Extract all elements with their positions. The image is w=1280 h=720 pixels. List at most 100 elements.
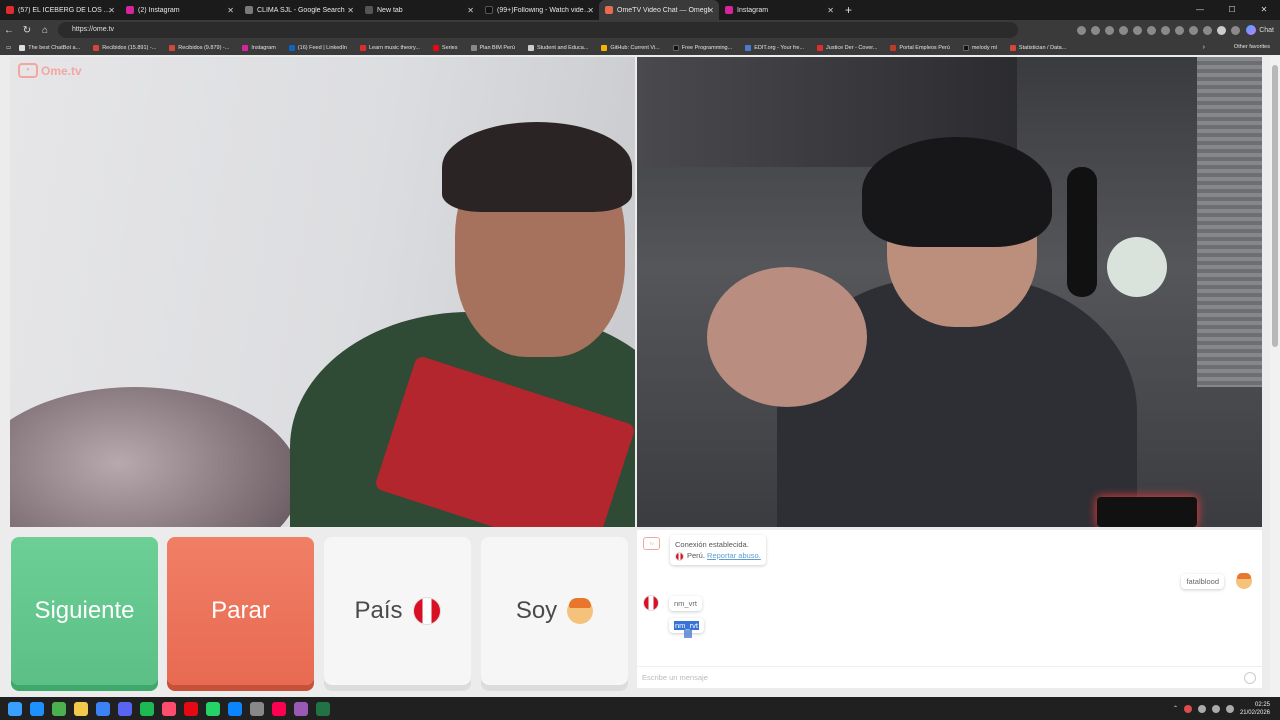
- chrome-icon[interactable]: [250, 701, 264, 716]
- gmail-icon: [169, 44, 176, 51]
- favorite-star-icon[interactable]: [1105, 25, 1114, 35]
- page-icon: [365, 6, 373, 14]
- youtube-icon: [6, 6, 14, 14]
- discord-icon[interactable]: [118, 701, 132, 716]
- bookmark-item[interactable]: Statistician / Data...: [1009, 44, 1066, 51]
- close-icon[interactable]: ✕: [227, 6, 234, 15]
- tab-new-tab[interactable]: New tab ✕: [359, 0, 479, 20]
- close-window-icon[interactable]: ✕: [1248, 0, 1280, 20]
- folder-icon[interactable]: ▭: [6, 45, 11, 51]
- copilot-icon: [1246, 25, 1257, 35]
- whatsapp-icon[interactable]: [206, 701, 220, 716]
- netflix-icon[interactable]: [184, 701, 198, 716]
- profile-icon[interactable]: [1217, 25, 1226, 35]
- edge-icon[interactable]: [228, 701, 242, 716]
- extension-icon[interactable]: [1133, 25, 1142, 35]
- close-icon[interactable]: ✕: [108, 6, 115, 15]
- extensions-icon[interactable]: [1161, 25, 1170, 35]
- message-input[interactable]: Escribe un mensaje: [637, 666, 1262, 688]
- start-icon[interactable]: [8, 701, 22, 716]
- zoom-icon[interactable]: [1091, 25, 1100, 35]
- report-abuse-link[interactable]: Reportar abuso.: [707, 551, 761, 560]
- bookmark-item[interactable]: Series: [432, 44, 458, 51]
- tab-google-search[interactable]: CLIMA SJL - Google Search ✕: [239, 0, 359, 20]
- history-icon[interactable]: [1189, 25, 1198, 35]
- bookmark-item[interactable]: Recibidos (15.891) -...: [93, 44, 156, 51]
- next-button[interactable]: Siguiente: [11, 537, 158, 685]
- scrollbar-thumb[interactable]: [1272, 65, 1278, 347]
- read-aloud-icon[interactable]: [1119, 25, 1128, 35]
- tiktok-icon: [485, 6, 493, 14]
- close-icon[interactable]: ✕: [347, 6, 354, 15]
- bookmark-item[interactable]: (16) Feed | LinkedIn: [288, 44, 347, 51]
- stop-button[interactable]: Parar: [167, 537, 314, 685]
- gmail-icon: [93, 44, 100, 51]
- tv-icon: ♥: [18, 63, 38, 78]
- chat-panel: TV Conexión establecida. Perú. Reportar …: [637, 530, 1262, 688]
- bookmark-item[interactable]: Justice Der - Cover...: [817, 44, 877, 51]
- scrollbar[interactable]: [1270, 55, 1280, 697]
- favorites-icon[interactable]: [1175, 25, 1184, 35]
- bookmarks-bar: ▭ The best ChatBot a... Recibidos (15.89…: [0, 40, 1280, 55]
- steam-icon[interactable]: [96, 701, 110, 716]
- maximize-icon[interactable]: ☐: [1216, 0, 1248, 20]
- ometv-logo: ♥ Ome.tv: [18, 63, 82, 78]
- bookmark-item[interactable]: GitHub: Current Vi...: [601, 44, 660, 51]
- tiktok-icon[interactable]: [272, 701, 286, 716]
- url-input[interactable]: https://ome.tv: [58, 22, 1018, 38]
- music-icon[interactable]: [162, 701, 176, 716]
- bookmark-item[interactable]: Free Programming...: [672, 44, 732, 51]
- bookmark-icon: [672, 44, 679, 51]
- home-icon[interactable]: ⌂: [36, 25, 54, 36]
- bookmark-icon: [1009, 44, 1016, 51]
- volume-icon[interactable]: [1225, 704, 1234, 713]
- extension-icon[interactable]: [1147, 25, 1156, 35]
- bookmark-item[interactable]: melody ml: [962, 44, 997, 51]
- close-icon[interactable]: ✕: [587, 6, 594, 15]
- other-favorites-folder[interactable]: Other favorites: [1234, 40, 1270, 55]
- microphone: [1067, 167, 1097, 297]
- network-icon[interactable]: [1211, 704, 1220, 713]
- bookmark-item[interactable]: Portal Empleos Perú: [890, 44, 950, 51]
- close-icon[interactable]: ✕: [467, 6, 474, 15]
- bookmark-item[interactable]: The best ChatBot a...: [19, 44, 80, 51]
- more-menu-icon[interactable]: [1231, 25, 1240, 35]
- back-icon[interactable]: ←: [0, 25, 18, 36]
- bookmark-item[interactable]: Student and Educa...: [527, 44, 588, 51]
- download-icon[interactable]: [1203, 25, 1212, 35]
- gender-button[interactable]: Soy: [481, 537, 628, 685]
- bookmark-icon: [432, 44, 439, 51]
- emoji-icon[interactable]: [1244, 672, 1256, 684]
- chevron-up-icon[interactable]: ⌃: [1173, 705, 1178, 712]
- refresh-icon[interactable]: ↻: [18, 25, 36, 36]
- app-icon[interactable]: [294, 701, 308, 716]
- tab-instagram-2[interactable]: (2) Instagram ✕: [120, 0, 239, 20]
- clock[interactable]: 02:25 21/02/2026: [1240, 701, 1270, 717]
- tab-tiktok[interactable]: (99+)Following - Watch videos fr ✕: [479, 0, 599, 20]
- chevron-right-icon[interactable]: ›: [1203, 40, 1205, 55]
- tab-instagram[interactable]: Instagram ✕: [719, 0, 839, 20]
- new-tab-button[interactable]: +: [845, 3, 852, 17]
- bookmark-item[interactable]: Plan BIM Perú: [470, 44, 515, 51]
- extension-icon[interactable]: [1077, 25, 1086, 35]
- bookmark-item[interactable]: EDIT.org - Your fre...: [745, 44, 804, 51]
- close-icon[interactable]: ✕: [707, 6, 714, 15]
- mic-icon[interactable]: [1183, 704, 1192, 713]
- bookmark-item[interactable]: Instagram: [242, 44, 276, 51]
- folder-icon[interactable]: [74, 701, 88, 716]
- spotify-icon[interactable]: [140, 701, 154, 716]
- game-icon[interactable]: [52, 701, 66, 716]
- search-icon[interactable]: [30, 701, 44, 716]
- bookmark-item[interactable]: Learn music theory...: [359, 44, 420, 51]
- boy-emoji-icon: [567, 598, 594, 624]
- language-icon[interactable]: [1197, 704, 1206, 713]
- bookmark-item[interactable]: Recibidos (9.879) -...: [169, 44, 229, 51]
- tab-ometv[interactable]: OmeTV Video Chat — Omegl ✕: [599, 0, 719, 20]
- taskbar-apps: [0, 701, 330, 716]
- close-icon[interactable]: ✕: [827, 6, 834, 15]
- country-button[interactable]: País: [324, 537, 471, 685]
- tab-iceberg[interactable]: (57) EL ICEBERG DE LOS ARCHIVO✕: [0, 0, 120, 20]
- copilot-chat-button[interactable]: Chat: [1246, 23, 1274, 37]
- minimize-icon[interactable]: —: [1184, 0, 1216, 20]
- excel-icon[interactable]: [316, 701, 330, 716]
